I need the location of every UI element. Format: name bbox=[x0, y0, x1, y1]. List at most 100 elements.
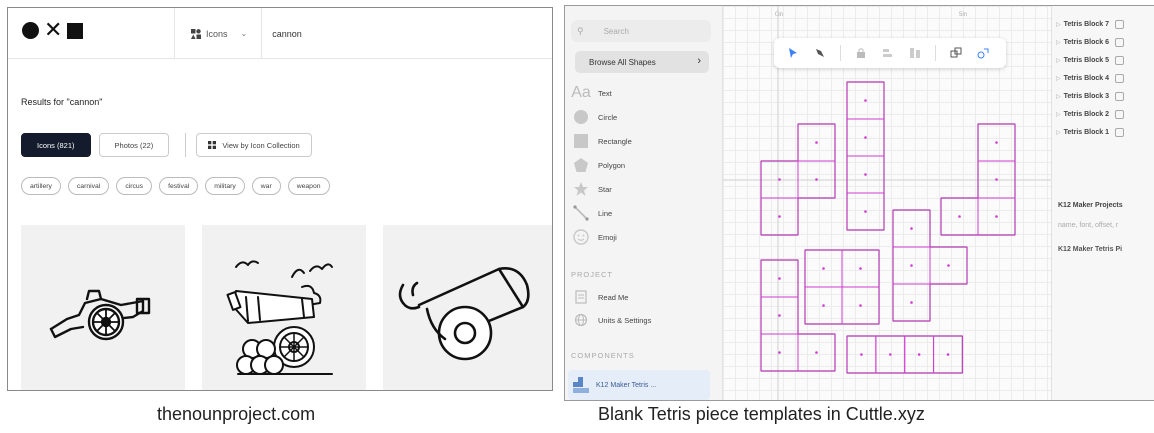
layer-visibility-icon[interactable] bbox=[1115, 38, 1125, 47]
view-by-collection-button[interactable]: View by Icon Collection bbox=[196, 133, 312, 157]
icons-type-icon bbox=[191, 28, 201, 39]
layer-item[interactable]: ▷ Tetris Block 6 bbox=[1056, 34, 1125, 51]
layer-item[interactable]: ▷ Tetris Block 1 bbox=[1056, 124, 1125, 141]
cell-center-dot bbox=[815, 141, 818, 144]
layer-item[interactable]: ▷ Tetris Block 3 bbox=[1056, 88, 1125, 105]
shape-circle[interactable]: Circle bbox=[571, 106, 617, 128]
project-item-settings[interactable]: Units & Settings bbox=[571, 309, 651, 331]
expand-triangle-icon: ▷ bbox=[1056, 76, 1061, 82]
components-section-title: COMPONENTS bbox=[571, 351, 635, 360]
layer-label: Tetris Block 6 bbox=[1063, 39, 1110, 46]
top-bar: ✕ Icons ⌄ cannon bbox=[8, 8, 552, 59]
pen-tool-icon[interactable] bbox=[813, 46, 827, 60]
project-params: name, font, offset, r bbox=[1058, 222, 1119, 229]
chevron-right-icon: › bbox=[697, 55, 701, 67]
layer-visibility-icon[interactable] bbox=[1115, 74, 1125, 83]
select-arrow-icon[interactable] bbox=[786, 46, 800, 60]
cell-center-dot bbox=[888, 353, 892, 356]
tag-war[interactable]: war bbox=[251, 177, 281, 195]
project-item-readme[interactable]: Read Me bbox=[571, 286, 628, 308]
rectangle-shape-icon bbox=[571, 131, 591, 151]
layer-visibility-icon[interactable] bbox=[1115, 20, 1125, 29]
shape-star[interactable]: Star bbox=[571, 178, 612, 200]
tag-weapon[interactable]: weapon bbox=[287, 177, 330, 195]
transform-icon[interactable] bbox=[976, 46, 990, 60]
cuttle-window: ⚲ Search Browse All Shapes › Aa Text Cir… bbox=[564, 5, 1154, 401]
layer-item[interactable]: ▷ Tetris Block 5 bbox=[1056, 52, 1125, 69]
toolbar-separator bbox=[840, 45, 841, 61]
tetris-component-icon bbox=[573, 377, 589, 393]
tab-divider bbox=[185, 133, 187, 157]
shape-rectangle[interactable]: Rectangle bbox=[571, 130, 632, 152]
search-bar: Icons ⌄ cannon bbox=[174, 8, 552, 59]
tag-military[interactable]: military bbox=[205, 177, 245, 195]
cell-center-dot bbox=[860, 353, 863, 356]
search-type-label: Icons bbox=[206, 28, 228, 39]
view-by-collection-label: View by Icon Collection bbox=[222, 140, 300, 150]
expand-triangle-icon: ▷ bbox=[1056, 40, 1061, 46]
browse-label: Browse All Shapes bbox=[589, 57, 656, 67]
cell-center-dot bbox=[864, 210, 867, 213]
distribute-icon[interactable] bbox=[908, 46, 922, 60]
layer-item[interactable]: ▷ Tetris Block 4 bbox=[1056, 70, 1125, 87]
icon-result-card[interactable] bbox=[383, 225, 552, 390]
canvas-toolbar bbox=[774, 38, 1006, 68]
expand-triangle-icon: ▷ bbox=[1056, 112, 1061, 118]
browse-all-shapes-button[interactable]: Browse All Shapes › bbox=[575, 51, 709, 73]
line-shape-icon bbox=[571, 203, 591, 223]
layer-visibility-icon[interactable] bbox=[1115, 56, 1125, 65]
search-icon: ⚲ bbox=[577, 25, 584, 36]
layer-visibility-icon[interactable] bbox=[1115, 110, 1125, 119]
layer-item[interactable]: ▷ Tetris Block 7 bbox=[1056, 16, 1125, 33]
shape-label: Circle bbox=[598, 112, 618, 122]
shape-label: Line bbox=[598, 208, 613, 218]
layer-label: Tetris Block 2 bbox=[1063, 111, 1110, 118]
tab-icons[interactable]: Icons (821) bbox=[21, 133, 91, 157]
right-caption: Blank Tetris piece templates in Cuttle.x… bbox=[598, 404, 925, 424]
tag-carnival[interactable]: carnival bbox=[67, 177, 110, 195]
noun-project-window: ✕ Icons ⌄ cannon Results for "cannon" Ic… bbox=[7, 7, 553, 391]
layer-item[interactable]: ▷ Tetris Block 2 bbox=[1056, 106, 1125, 123]
align-icon[interactable] bbox=[881, 46, 895, 60]
cell-center-dot bbox=[815, 178, 818, 181]
cell-center-dot bbox=[859, 304, 862, 307]
shape-polygon[interactable]: Polygon bbox=[571, 154, 625, 176]
shape-label: Polygon bbox=[598, 160, 626, 170]
cell-center-dot bbox=[910, 301, 913, 304]
cell-center-dot bbox=[910, 227, 913, 230]
noun-project-logo[interactable]: ✕ bbox=[22, 20, 84, 42]
cannon-icon bbox=[49, 289, 151, 341]
cell-center-dot bbox=[859, 267, 862, 270]
shape-line[interactable]: Line bbox=[571, 202, 612, 224]
lock-icon[interactable] bbox=[854, 46, 868, 60]
search-type-select[interactable]: Icons ⌄ bbox=[175, 8, 261, 59]
boolean-union-icon[interactable] bbox=[949, 46, 963, 60]
cell-center-dot bbox=[958, 215, 961, 218]
polygon-shape-icon bbox=[571, 155, 591, 175]
shape-text[interactable]: Aa Text bbox=[571, 82, 612, 104]
project-item-label: Units & Settings bbox=[598, 315, 652, 325]
tab-photos[interactable]: Photos (22) bbox=[98, 133, 170, 157]
shape-label: Star bbox=[598, 184, 612, 194]
component-label: K12 Maker Tetris ... bbox=[596, 381, 657, 389]
document-icon bbox=[571, 287, 591, 307]
icon-result-card[interactable] bbox=[21, 225, 185, 390]
layer-visibility-icon[interactable] bbox=[1115, 92, 1125, 101]
layer-visibility-icon[interactable] bbox=[1115, 128, 1125, 137]
expand-triangle-icon: ▷ bbox=[1056, 94, 1061, 100]
globe-icon bbox=[571, 310, 591, 330]
shape-emoji[interactable]: Emoji bbox=[571, 226, 617, 248]
grid-icon bbox=[208, 141, 217, 149]
component-item[interactable]: K12 Maker Tetris ... bbox=[568, 370, 710, 400]
icon-result-card[interactable] bbox=[202, 225, 366, 390]
component-name: K12 Maker Tetris Pi bbox=[1058, 246, 1123, 253]
result-tabs: Icons (821) Photos (22) View by Icon Col… bbox=[21, 133, 312, 157]
search-placeholder: Search bbox=[603, 26, 629, 36]
cell-center-dot bbox=[822, 304, 825, 307]
layer-label: Tetris Block 3 bbox=[1063, 93, 1110, 100]
tag-artillery[interactable]: artillery bbox=[21, 177, 61, 195]
tag-circus[interactable]: circus bbox=[116, 177, 153, 195]
search-input[interactable]: cannon bbox=[261, 8, 501, 59]
shape-search-input[interactable]: ⚲ Search bbox=[571, 20, 711, 42]
tag-festival[interactable]: festival bbox=[159, 177, 199, 195]
